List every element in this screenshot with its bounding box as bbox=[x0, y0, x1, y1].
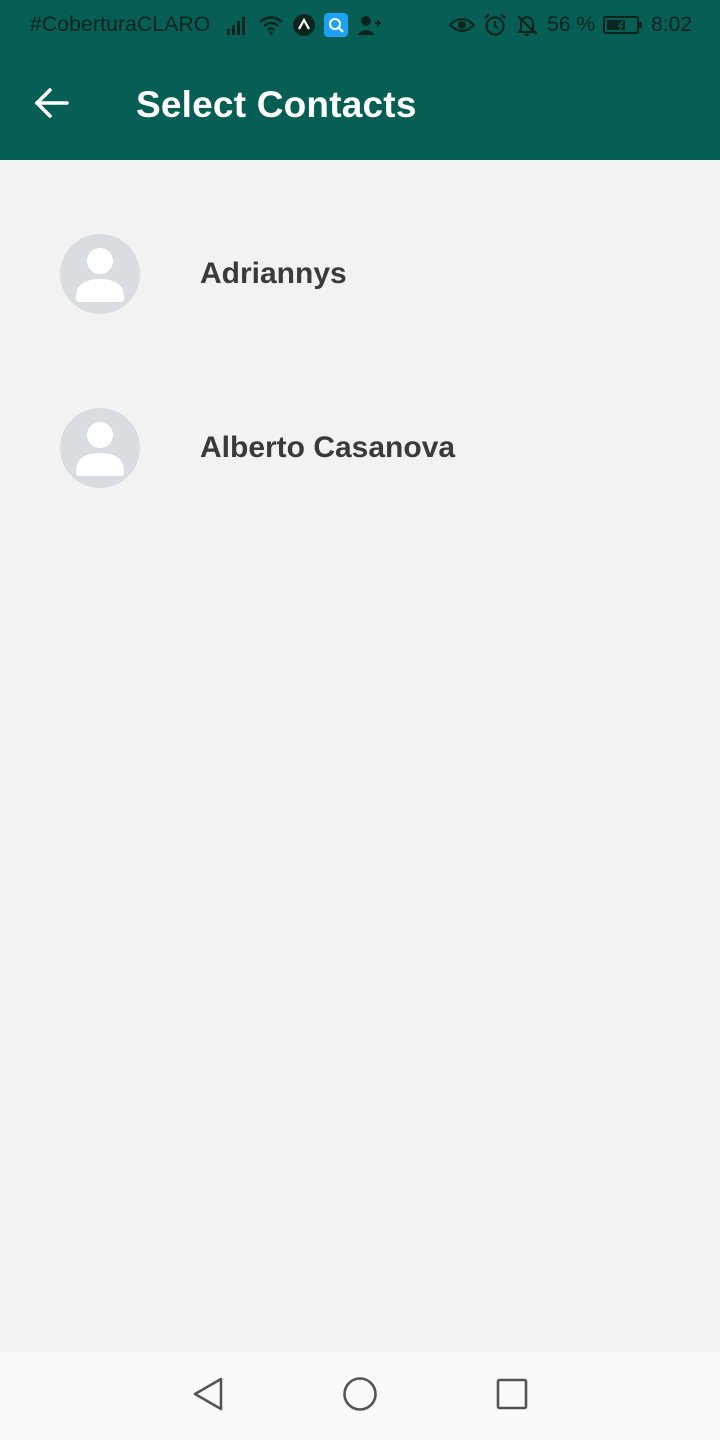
status-bar: #CoberturaCLARO 56 % 8:02 bbox=[0, 0, 720, 50]
battery-percent: 56 % bbox=[547, 13, 596, 36]
app-a-icon bbox=[292, 13, 316, 37]
contact-item[interactable]: Adriannys bbox=[0, 187, 720, 361]
contact-item[interactable]: Alberto Casanova bbox=[0, 361, 720, 535]
app-bar: Select Contacts bbox=[0, 50, 720, 160]
back-triangle-icon bbox=[191, 1376, 225, 1417]
contact-name: Adriannys bbox=[200, 257, 347, 290]
search-app-icon bbox=[324, 13, 349, 37]
system-nav-bar bbox=[0, 1352, 720, 1440]
home-circle-icon bbox=[342, 1376, 378, 1417]
default-avatar-icon bbox=[60, 408, 140, 488]
battery-icon bbox=[603, 15, 643, 35]
clock-time: 8:02 bbox=[651, 13, 692, 36]
signal-icon bbox=[226, 15, 250, 35]
arrow-left-icon bbox=[34, 87, 70, 124]
nav-recents-button[interactable] bbox=[436, 1352, 588, 1440]
add-contact-icon bbox=[356, 14, 382, 36]
recents-square-icon bbox=[495, 1377, 529, 1416]
status-right-icons: 56 % 8:02 bbox=[449, 13, 692, 37]
back-button[interactable] bbox=[22, 75, 82, 135]
carrier-label: #CoberturaCLARO bbox=[30, 13, 211, 36]
eye-icon bbox=[449, 16, 476, 34]
bell-off-icon bbox=[515, 13, 539, 37]
default-avatar-icon bbox=[60, 234, 140, 314]
page-title: Select Contacts bbox=[136, 84, 417, 125]
alarm-icon bbox=[483, 13, 507, 37]
wifi-icon bbox=[258, 15, 284, 35]
status-left-icons bbox=[226, 13, 382, 37]
contact-name: Alberto Casanova bbox=[200, 431, 456, 464]
nav-back-button[interactable] bbox=[132, 1352, 284, 1440]
contact-list: Adriannys Alberto Casanova bbox=[0, 160, 720, 535]
nav-home-button[interactable] bbox=[284, 1352, 436, 1440]
